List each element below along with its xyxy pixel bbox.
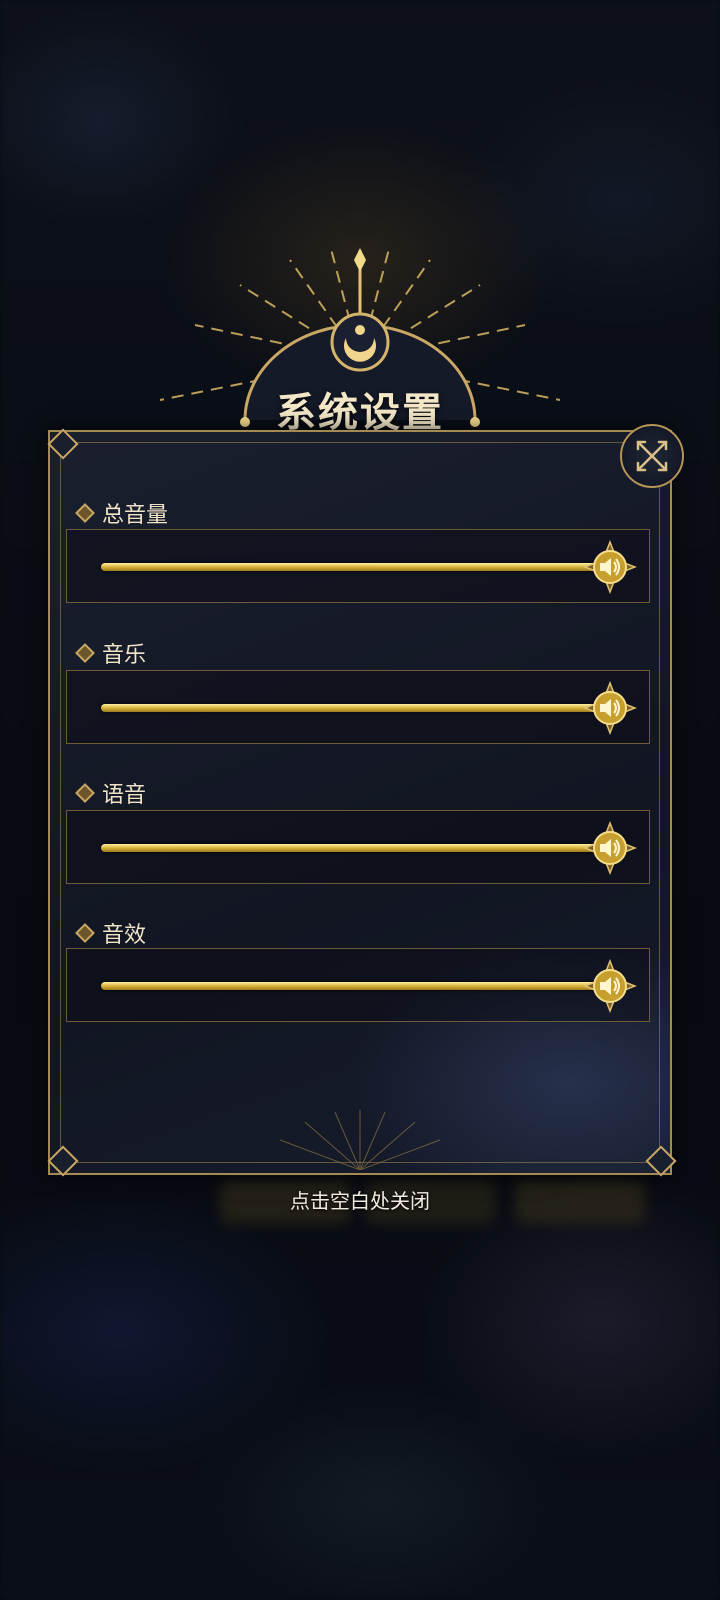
diamond-bullet-icon xyxy=(75,643,95,663)
diamond-bullet-icon xyxy=(75,503,95,523)
speaker-icon[interactable] xyxy=(583,540,637,594)
voice-volume-slider[interactable] xyxy=(66,810,650,884)
sfx-volume-slider[interactable] xyxy=(66,948,650,1022)
setting-label-text: 音乐 xyxy=(102,643,147,668)
setting-label-music: 音乐 xyxy=(75,637,147,669)
music-volume-slider[interactable] xyxy=(66,670,650,744)
speaker-icon[interactable] xyxy=(583,821,637,875)
slider-track[interactable] xyxy=(101,704,599,712)
setting-label-master-volume: 总音量 xyxy=(75,497,169,529)
diamond-bullet-icon xyxy=(75,783,95,803)
speaker-icon[interactable] xyxy=(583,959,637,1013)
setting-label-voice: 语音 xyxy=(75,777,147,809)
speaker-icon[interactable] xyxy=(583,681,637,735)
setting-label-text: 音效 xyxy=(102,923,147,948)
setting-label-text: 总音量 xyxy=(102,503,169,528)
diamond-bullet-icon xyxy=(75,923,95,943)
slider-track[interactable] xyxy=(101,982,599,990)
close-button[interactable] xyxy=(620,424,684,488)
close-icon xyxy=(636,440,668,472)
sunburst-ornament-icon xyxy=(279,1110,441,1170)
tap-to-close-hint: 点击空白处关闭 xyxy=(290,1189,430,1213)
setting-label-text: 语音 xyxy=(102,783,147,808)
slider-track[interactable] xyxy=(101,844,599,852)
master-volume-slider[interactable] xyxy=(66,529,650,603)
slider-track[interactable] xyxy=(101,563,599,571)
setting-label-sfx: 音效 xyxy=(75,917,147,949)
